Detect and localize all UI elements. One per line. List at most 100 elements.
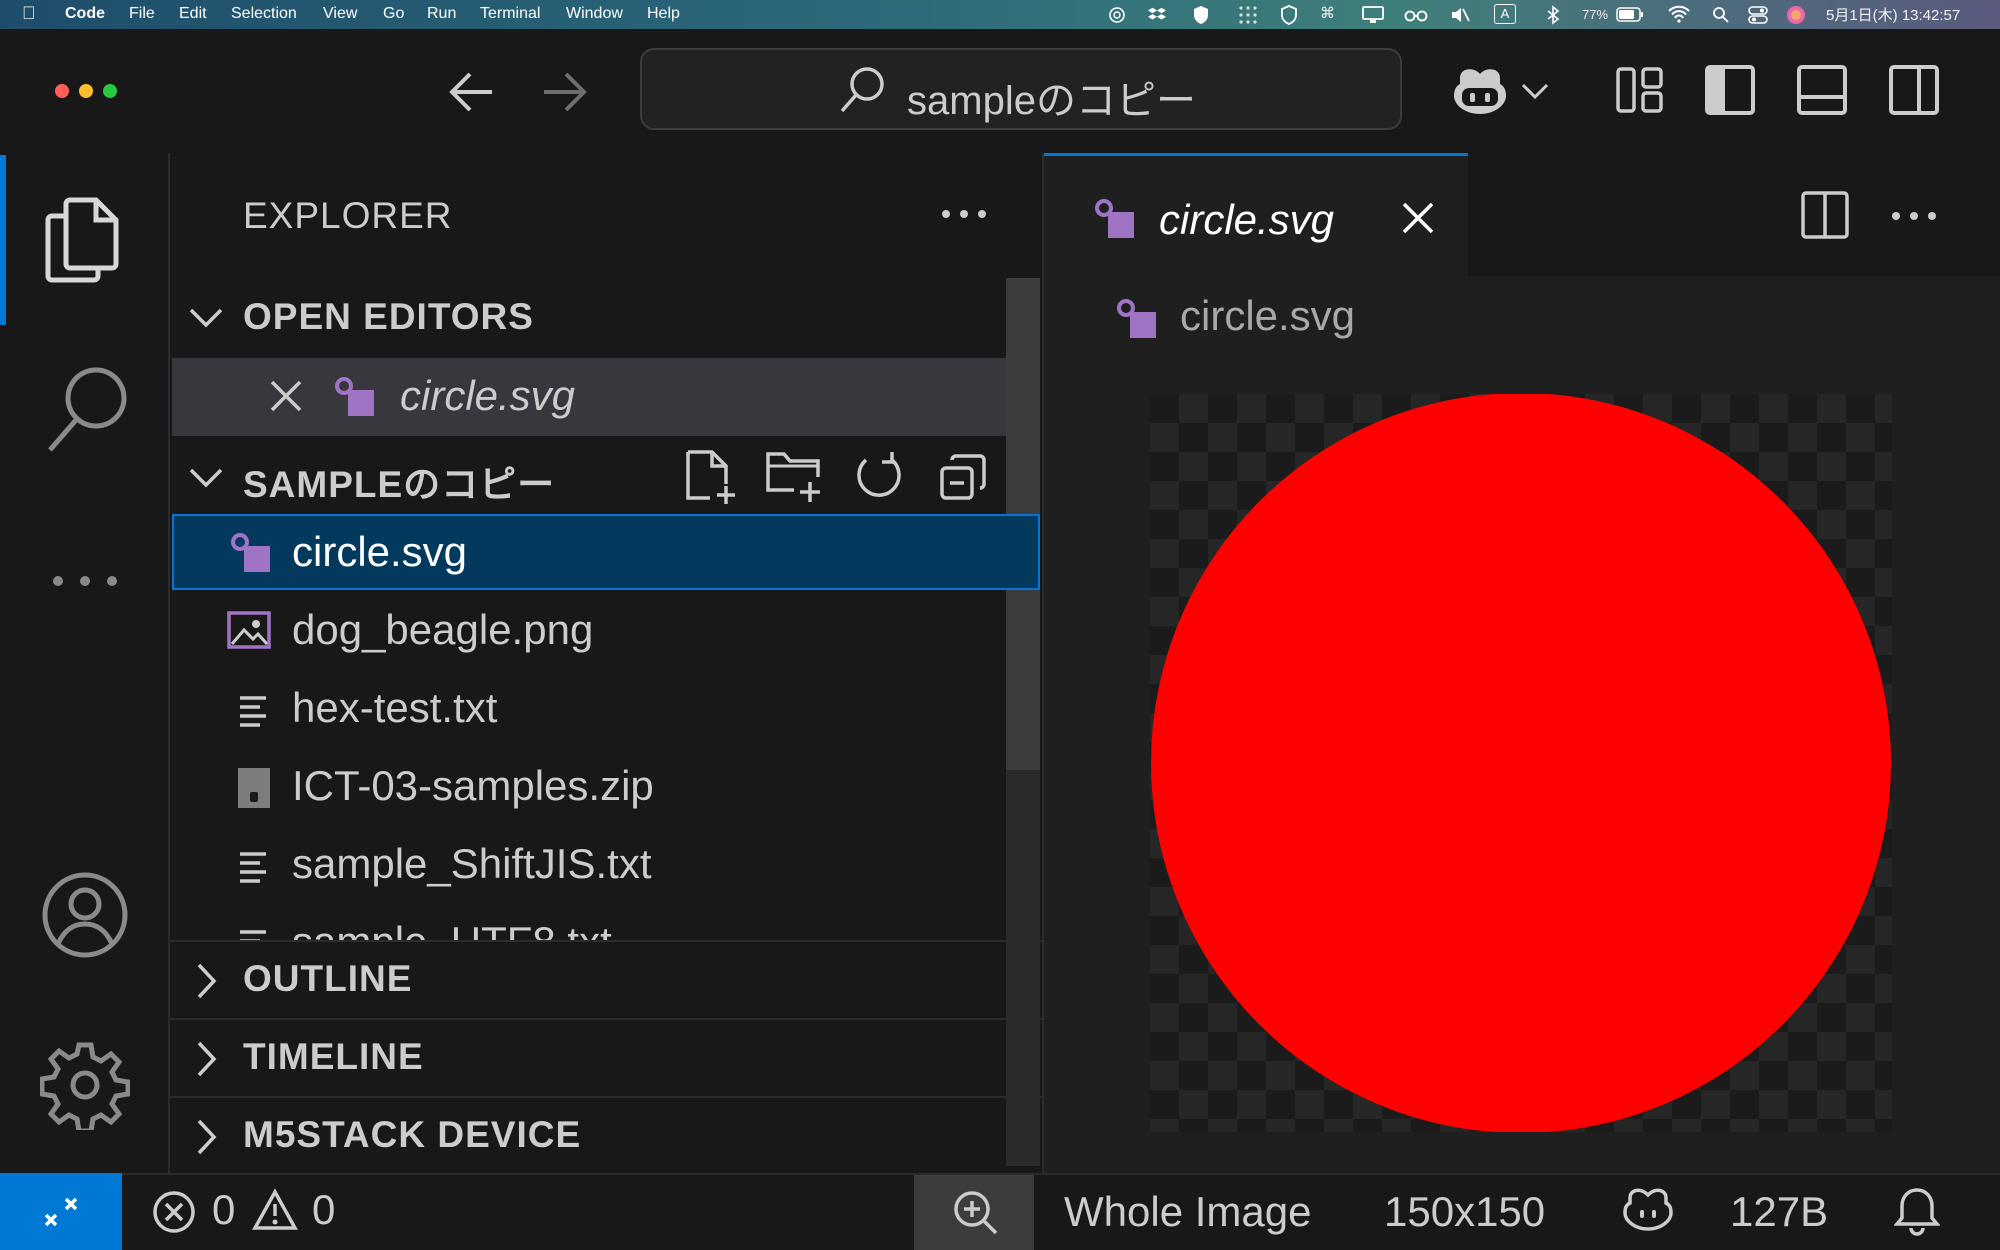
toggle-primary-sidebar-icon[interactable]: [1704, 64, 1756, 116]
file-name: sample_UTF8.txt: [292, 918, 612, 940]
menu-run[interactable]: Run: [427, 5, 456, 23]
outline-section-header[interactable]: OUTLINE: [172, 944, 1006, 1018]
battery-icon[interactable]: [1616, 7, 1644, 22]
menubar-clock[interactable]: 5月1日(木) 13:42:57: [1826, 4, 1960, 25]
menu-app-name[interactable]: Code: [65, 5, 105, 23]
sidebar-title: EXPLORER: [243, 195, 453, 236]
file-name: hex-test.txt: [292, 684, 498, 731]
editor-more-actions-icon[interactable]: [1890, 210, 1938, 222]
tab-label: circle.svg: [1159, 196, 1335, 243]
accounts-icon[interactable]: [40, 870, 130, 960]
siri-icon[interactable]: [1786, 5, 1806, 25]
menu-go[interactable]: Go: [383, 5, 404, 23]
zoom-window-button[interactable]: [103, 84, 117, 98]
spotlight-search-icon[interactable]: [1712, 6, 1730, 24]
split-editor-icon[interactable]: [1800, 190, 1852, 240]
file-name: ICT-03-samples.zip: [292, 762, 654, 809]
vpn-shield-icon[interactable]: [1280, 5, 1298, 25]
forward-arrow-icon[interactable]: [538, 66, 590, 118]
svg-file-icon: [1117, 299, 1156, 338]
mute-icon[interactable]: [1450, 6, 1470, 24]
input-source-indicator[interactable]: A: [1494, 4, 1516, 24]
apple-icon[interactable]: : [22, 3, 36, 24]
zip-file-icon: [238, 768, 270, 808]
remote-indicator[interactable]: [0, 1173, 122, 1250]
file-row[interactable]: sample_ShiftJIS.txt: [172, 828, 1006, 904]
text-file-icon: [240, 696, 266, 727]
zoom-in-icon: [954, 1191, 998, 1235]
search-view-icon[interactable]: [44, 364, 130, 454]
problems-indicator[interactable]: 0 0: [144, 1180, 344, 1242]
menu-selection[interactable]: Selection: [231, 5, 297, 23]
image-preview-canvas[interactable]: [1150, 394, 1892, 1132]
close-editor-icon[interactable]: [268, 378, 304, 414]
menu-window[interactable]: Window: [566, 5, 623, 23]
warning-icon: [252, 1188, 298, 1230]
chevron-down-icon[interactable]: [1520, 80, 1550, 102]
close-tab-icon[interactable]: [1400, 200, 1436, 236]
views-more-actions-icon[interactable]: [940, 208, 988, 220]
open-editors-header[interactable]: OPEN EDITORS: [172, 288, 1006, 348]
command-key-icon[interactable]: ⌘: [1320, 4, 1335, 22]
copilot-icon[interactable]: [1448, 64, 1512, 120]
command-center[interactable]: sampleのコピー: [640, 48, 1402, 130]
customize-layout-icon[interactable]: [1616, 66, 1664, 114]
dropbox-icon[interactable]: [1148, 6, 1168, 24]
breadcrumb-filename: circle.svg: [1180, 292, 1356, 339]
section-divider: [170, 1096, 1042, 1098]
display-icon[interactable]: [1362, 6, 1384, 24]
toggle-panel-icon[interactable]: [1796, 64, 1848, 116]
timeline-label: TIMELINE: [243, 1036, 424, 1077]
file-name: dog_beagle.png: [292, 606, 594, 653]
notifications-bell-icon[interactable]: [1894, 1186, 1940, 1236]
chevron-right-icon: [197, 963, 217, 999]
open-editor-item[interactable]: circle.svg: [172, 358, 1006, 436]
svg-file-icon: [1095, 199, 1134, 238]
collapse-all-icon[interactable]: [938, 452, 988, 502]
refresh-icon[interactable]: [852, 448, 904, 502]
timeline-section-header[interactable]: TIMELINE: [172, 1022, 1006, 1096]
new-folder-icon[interactable]: [764, 448, 824, 506]
control-center-icon[interactable]: [1748, 5, 1768, 25]
menu-terminal[interactable]: Terminal: [480, 5, 540, 23]
copilot-status-icon[interactable]: [1620, 1186, 1676, 1234]
file-row[interactable]: ICT-03-samples.zip: [172, 750, 1006, 826]
settings-gear-icon[interactable]: [40, 1040, 130, 1130]
m5stack-section-header[interactable]: M5STACK DEVICE: [172, 1100, 1006, 1172]
openai-icon[interactable]: [1108, 6, 1126, 24]
error-icon: [153, 1191, 195, 1233]
menu-view[interactable]: View: [323, 5, 357, 23]
wifi-icon[interactable]: [1668, 5, 1690, 23]
menu-help[interactable]: Help: [647, 5, 680, 23]
image-dimensions[interactable]: 150x150: [1384, 1188, 1545, 1236]
bluetooth-icon[interactable]: [1546, 5, 1560, 25]
file-row[interactable]: hex-test.txt: [172, 672, 1006, 748]
file-row[interactable]: dog_beagle.png: [172, 594, 1006, 670]
minimize-window-button[interactable]: [79, 84, 93, 98]
more-views-icon[interactable]: [50, 572, 120, 590]
macos-menubar:  Code File Edit Selection View Go Run T…: [0, 0, 2000, 29]
text-file-icon: [240, 852, 266, 883]
file-row-selected[interactable]: circle.svg: [172, 514, 1040, 590]
search-icon: [840, 67, 884, 113]
close-window-button[interactable]: [55, 84, 69, 98]
menu-edit[interactable]: Edit: [179, 5, 207, 23]
shield-icon[interactable]: [1192, 5, 1210, 25]
image-file-icon: [227, 611, 271, 649]
zoom-level[interactable]: Whole Image: [1064, 1188, 1311, 1236]
toggle-secondary-sidebar-icon[interactable]: [1888, 64, 1940, 116]
zoom-button[interactable]: [914, 1175, 1034, 1250]
new-file-icon[interactable]: [682, 448, 738, 506]
chevron-right-icon: [197, 1119, 217, 1155]
explorer-files-icon[interactable]: [44, 196, 124, 284]
editor-tab-active[interactable]: circle.svg: [1044, 153, 1468, 276]
breadcrumb[interactable]: circle.svg: [1110, 290, 1510, 350]
warning-count: 0: [312, 1186, 336, 1233]
back-arrow-icon[interactable]: [446, 66, 498, 118]
grid-dots-icon[interactable]: [1238, 5, 1258, 25]
glasses-icon[interactable]: [1404, 7, 1428, 23]
file-row-partial[interactable]: sample_UTF8.txt: [172, 906, 1006, 940]
menu-file[interactable]: File: [129, 5, 155, 23]
chevron-right-icon: [197, 1041, 217, 1077]
file-size[interactable]: 127B: [1730, 1188, 1828, 1236]
